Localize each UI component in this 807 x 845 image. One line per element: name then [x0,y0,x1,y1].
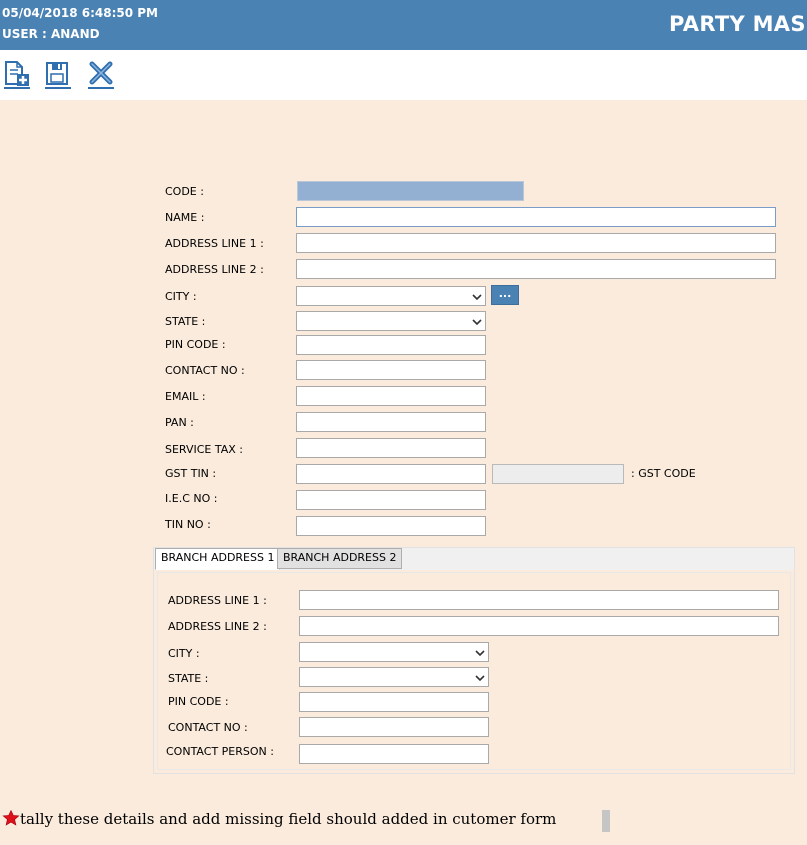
annotation-note: tally these details and add missing fiel… [2,810,556,828]
chevron-down-icon [475,650,485,657]
gst-code-label: : GST CODE [631,467,696,480]
tab-branch-address-1[interactable]: BRANCH ADDRESS 1 [155,548,281,570]
pan-label: PAN : [165,416,194,429]
branch-pin-code-field[interactable] [299,692,489,712]
save-icon [45,62,71,89]
branch-address-line-1-label: ADDRESS LINE 1 : [168,594,267,607]
header-bar: 05/04/2018 6:48:50 PM USER : ANAND PARTY… [0,0,807,50]
city-label: CITY : [165,290,197,303]
address-line-2-label: ADDRESS LINE 2 : [165,263,264,276]
pin-code-label: PIN CODE : [165,338,226,351]
tin-no-label: TIN NO : [165,518,211,531]
code-field[interactable] [297,181,524,201]
name-label: NAME : [165,211,205,224]
email-label: EMAIL : [165,390,206,403]
gst-tin-field[interactable] [296,464,486,484]
gst-code-field[interactable] [492,464,624,484]
gst-tin-label: GST TIN : [165,467,217,480]
text-cursor-block [602,810,610,832]
branch-state-select[interactable] [299,667,489,687]
city-lookup-button[interactable]: ... [491,285,519,305]
chevron-down-icon [472,294,482,301]
new-record-button[interactable] [3,60,31,90]
service-tax-field[interactable] [296,438,486,458]
contact-no-label: CONTACT NO : [165,364,245,377]
user-label: USER : ANAND [2,27,100,41]
contact-person-field[interactable] [299,744,489,764]
pin-code-field[interactable] [296,335,486,355]
branch-contact-no-label: CONTACT NO : [168,721,248,734]
tab-strip: BRANCH ADDRESS 1 BRANCH ADDRESS 2 [154,548,794,570]
pan-field[interactable] [296,412,486,432]
address-line-1-label: ADDRESS LINE 1 : [165,237,264,250]
contact-person-label: CONTACT PERSON : [166,745,274,758]
tin-no-field[interactable] [296,516,486,536]
branch-state-label: STATE : [168,672,209,685]
branch-pin-code-label: PIN CODE : [168,695,229,708]
branch-city-label: CITY : [168,647,200,660]
annotation-text: tally these details and add missing fiel… [20,810,557,828]
page-title: PARTY MAS [669,12,806,36]
address-line-1-field[interactable] [296,233,776,253]
close-button[interactable] [87,60,115,90]
code-label: CODE : [165,185,204,198]
email-field[interactable] [296,386,486,406]
save-button[interactable] [44,60,72,90]
chevron-down-icon [475,675,485,682]
tab-branch-address-2[interactable]: BRANCH ADDRESS 2 [277,548,403,569]
iec-no-label: I.E.C NO : [165,492,218,505]
iec-no-field[interactable] [296,490,486,510]
state-label: STATE : [165,315,206,328]
branch-address-line-2-field[interactable] [299,616,779,636]
new-document-icon [4,61,30,89]
red-star-icon [2,810,20,826]
branch-address-line-1-field[interactable] [299,590,779,610]
chevron-down-icon [472,319,482,326]
service-tax-label: SERVICE TAX : [165,443,243,456]
branch-contact-no-field[interactable] [299,717,489,737]
toolbar [0,50,807,100]
branch-city-select[interactable] [299,642,489,662]
state-select[interactable] [296,311,486,331]
contact-no-field[interactable] [296,360,486,380]
name-field[interactable] [296,207,776,227]
datetime-label: 05/04/2018 6:48:50 PM [2,6,158,20]
address-line-2-field[interactable] [296,259,776,279]
close-icon [88,61,114,89]
city-select[interactable] [296,286,486,306]
branch-address-line-2-label: ADDRESS LINE 2 : [168,620,267,633]
